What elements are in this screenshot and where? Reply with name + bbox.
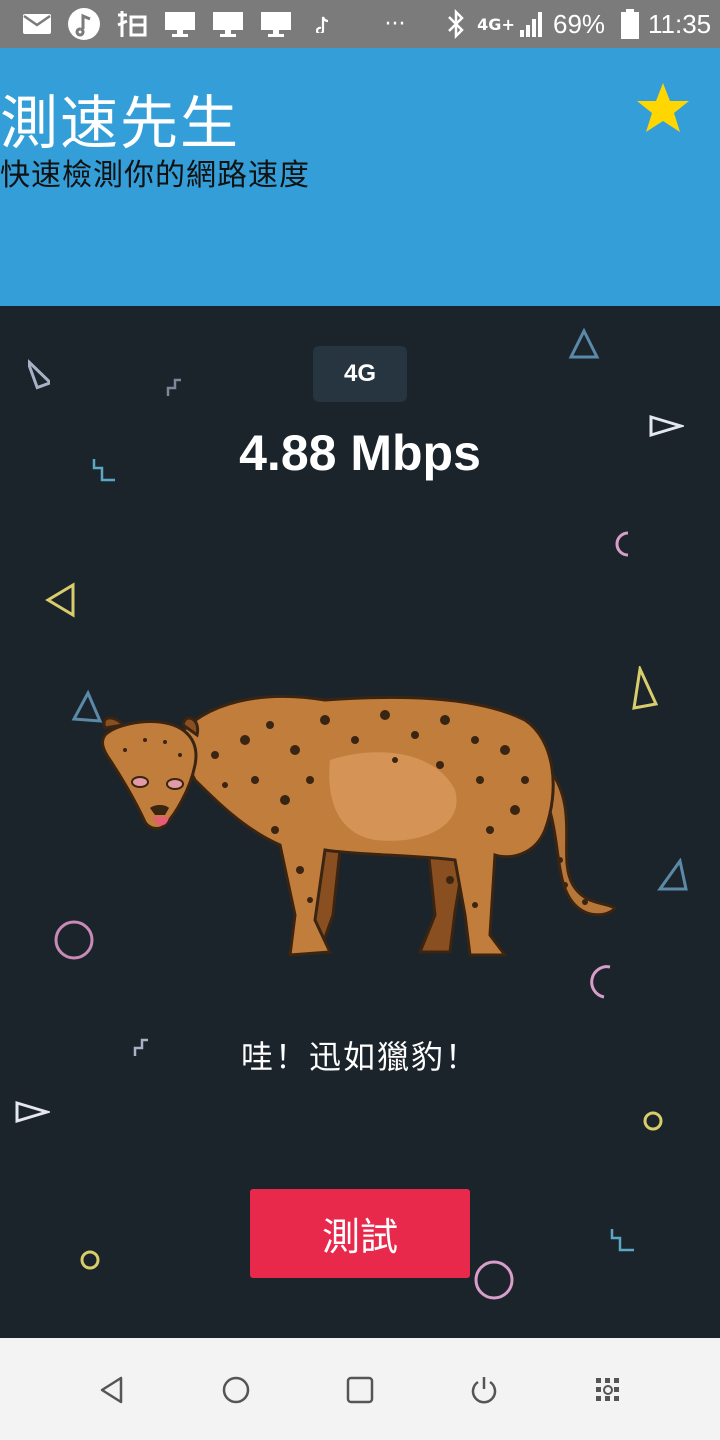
recents-icon[interactable]	[332, 1362, 388, 1418]
battery-icon	[618, 8, 642, 40]
monitor-icon	[212, 8, 244, 40]
star-icon[interactable]	[634, 80, 692, 138]
decor-zigzag	[166, 378, 181, 396]
overflow-indicator: ···	[384, 11, 406, 37]
mail-icon	[20, 8, 54, 40]
decor-triangle	[45, 582, 75, 618]
app-icon	[114, 8, 150, 40]
status-bar: ··· 4G+ 69% 11:35	[0, 0, 720, 48]
decor-triangle	[657, 858, 688, 891]
decor-triangle	[15, 1100, 50, 1124]
decor-circle	[474, 1260, 514, 1300]
decor-circle	[54, 920, 94, 960]
tiktok-icon	[314, 8, 332, 40]
speed-message: 哇！迅如獵豹！	[240, 1038, 479, 1076]
test-button[interactable]: 測試	[250, 1189, 470, 1278]
monitor-icon	[260, 8, 292, 40]
navigation-bar	[0, 1338, 720, 1440]
power-icon[interactable]	[456, 1362, 512, 1418]
home-icon[interactable]	[208, 1362, 264, 1418]
battery-percent: 69%	[553, 9, 606, 39]
monitor-icon	[164, 8, 196, 40]
app-title: 測速先生	[0, 89, 241, 157]
decor-circle	[643, 1111, 663, 1131]
decor-triangle	[568, 328, 600, 359]
back-icon[interactable]	[84, 1362, 140, 1418]
music-app-icon	[66, 8, 102, 40]
decor-zigzag	[610, 1229, 634, 1252]
signal-icon	[518, 8, 546, 40]
app-subtitle: 快速檢測你的網路速度	[0, 158, 310, 193]
decor-circle	[80, 1250, 100, 1270]
decor-triangle	[28, 359, 50, 390]
cheetah-illustration	[101, 694, 618, 957]
decor-arc	[615, 531, 629, 557]
clock: 11:35	[648, 9, 712, 39]
network-type: 4G+	[477, 14, 515, 34]
decor-triangle	[632, 666, 659, 710]
network-type-badge: 4G	[313, 346, 407, 402]
bluetooth-icon	[444, 8, 468, 40]
speed-result: 4.88 Mbps	[239, 425, 481, 481]
screenshot-icon[interactable]	[580, 1362, 636, 1418]
